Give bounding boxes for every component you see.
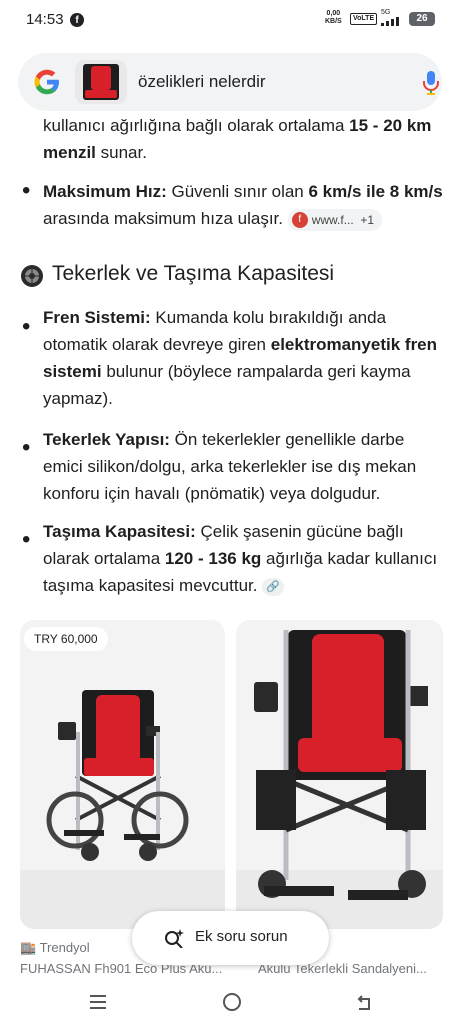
product-card[interactable] [236,620,443,929]
network-type: 5G [381,9,391,16]
wheelchair-image [20,690,225,929]
signal-icon [381,17,401,26]
battery-indicator: 26 [409,12,435,26]
home-icon[interactable] [223,993,241,1011]
search-bar[interactable]: özelikleri nelerdir [18,53,442,111]
link-icon[interactable]: 🔗 [262,577,285,596]
clock: 14:53 [26,11,64,28]
google-logo-icon[interactable] [33,68,61,96]
facebook-notification-icon: f [70,13,84,27]
source-chip[interactable]: f www.f... +1 [287,208,383,231]
network-speed: 0,00 KB/S [325,10,342,25]
recent-apps-icon[interactable] [90,995,106,1009]
wheel-icon [21,265,43,287]
paragraph-wheel: Tekerlek Yapısı: Ön tekerlekler genellik… [43,430,417,503]
paragraph-range: kullanıcı ağırlığına bağlı olarak ortala… [43,116,432,162]
bullet: • [22,313,31,340]
system-nav-bar [0,985,461,1024]
microphone-icon[interactable] [421,70,441,96]
status-bar: 14:53 f 0,00 KB/S VoLTE 5G 26 [0,0,461,40]
paragraph-brake: Fren Sistemi: Kumanda kolu bırakıldığı a… [43,308,438,408]
paragraph-max-speed: Maksimum Hız: Güvenli sınır olan 6 km/s … [43,178,443,232]
back-icon[interactable] [355,993,373,1011]
source-favicon-icon: f [291,212,308,229]
product-card[interactable] [20,620,225,929]
price-badge: TRY 60,000 [24,627,108,651]
sparkle-search-icon [165,929,184,948]
search-query[interactable]: özelikleri nelerdir [138,72,266,92]
bullet: • [22,177,31,204]
bullet: • [22,526,31,553]
bullet: • [22,434,31,461]
product-source: 🏬 Trendyol [20,940,90,955]
wheelchair-image [236,630,443,929]
paragraph-capacity: Taşıma Kapasitesi: Çelik şasenin gücüne … [43,522,438,596]
search-image-thumbnail[interactable] [75,60,127,104]
volte-badge: VoLTE [350,13,378,25]
follow-up-button[interactable]: Ek soru sorun [132,911,329,965]
